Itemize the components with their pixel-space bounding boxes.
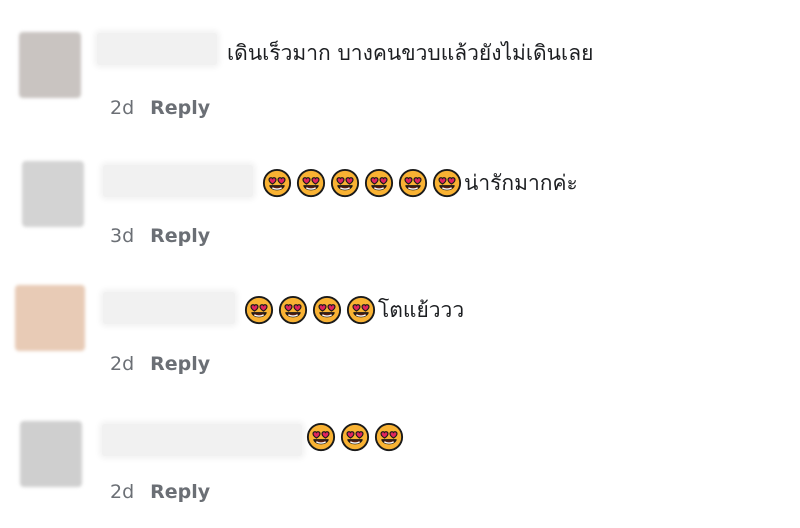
commenter-name-redacted[interactable]: [103, 165, 253, 197]
comment-body: โตแย้ววว: [244, 293, 464, 327]
commenter-name-redacted[interactable]: [102, 424, 302, 456]
reply-link[interactable]: Reply: [150, 225, 210, 247]
comment-timestamp[interactable]: 3d: [110, 225, 134, 247]
heart-eyes-emoji-icon: [278, 295, 308, 325]
heart-eyes-emoji-icon: [398, 168, 428, 198]
avatar[interactable]: [15, 285, 85, 351]
heart-eyes-emoji-icon: [374, 422, 404, 452]
avatar[interactable]: [20, 421, 82, 487]
comment-item: 2d Reply: [0, 0, 800, 503]
heart-eyes-emoji-icon: [364, 168, 394, 198]
emoji-row: [262, 168, 462, 198]
comment-timestamp[interactable]: 2d: [110, 481, 134, 503]
heart-eyes-emoji-icon: [340, 422, 370, 452]
reply-link[interactable]: Reply: [150, 481, 210, 503]
comment-text: น่ารักมากค่ะ: [464, 170, 578, 195]
heart-eyes-emoji-icon: [346, 295, 376, 325]
comment-body: [306, 420, 406, 454]
comment-meta: 2d Reply: [110, 481, 210, 503]
comment-text: โตแย้ววว: [378, 297, 465, 322]
heart-eyes-emoji-icon: [244, 295, 274, 325]
commenter-name-redacted[interactable]: [103, 292, 235, 324]
comment-meta: 3d Reply: [110, 225, 210, 247]
reply-link[interactable]: Reply: [150, 353, 210, 375]
emoji-row: [244, 295, 376, 325]
comment-body: น่ารักมากค่ะ: [262, 166, 578, 200]
heart-eyes-emoji-icon: [306, 422, 336, 452]
comment-meta: 2d Reply: [110, 353, 210, 375]
heart-eyes-emoji-icon: [262, 168, 292, 198]
heart-eyes-emoji-icon: [432, 168, 462, 198]
avatar[interactable]: [22, 161, 84, 227]
emoji-row: [306, 422, 404, 452]
heart-eyes-emoji-icon: [312, 295, 342, 325]
comment-timestamp[interactable]: 2d: [110, 353, 134, 375]
heart-eyes-emoji-icon: [296, 168, 326, 198]
heart-eyes-emoji-icon: [330, 168, 360, 198]
